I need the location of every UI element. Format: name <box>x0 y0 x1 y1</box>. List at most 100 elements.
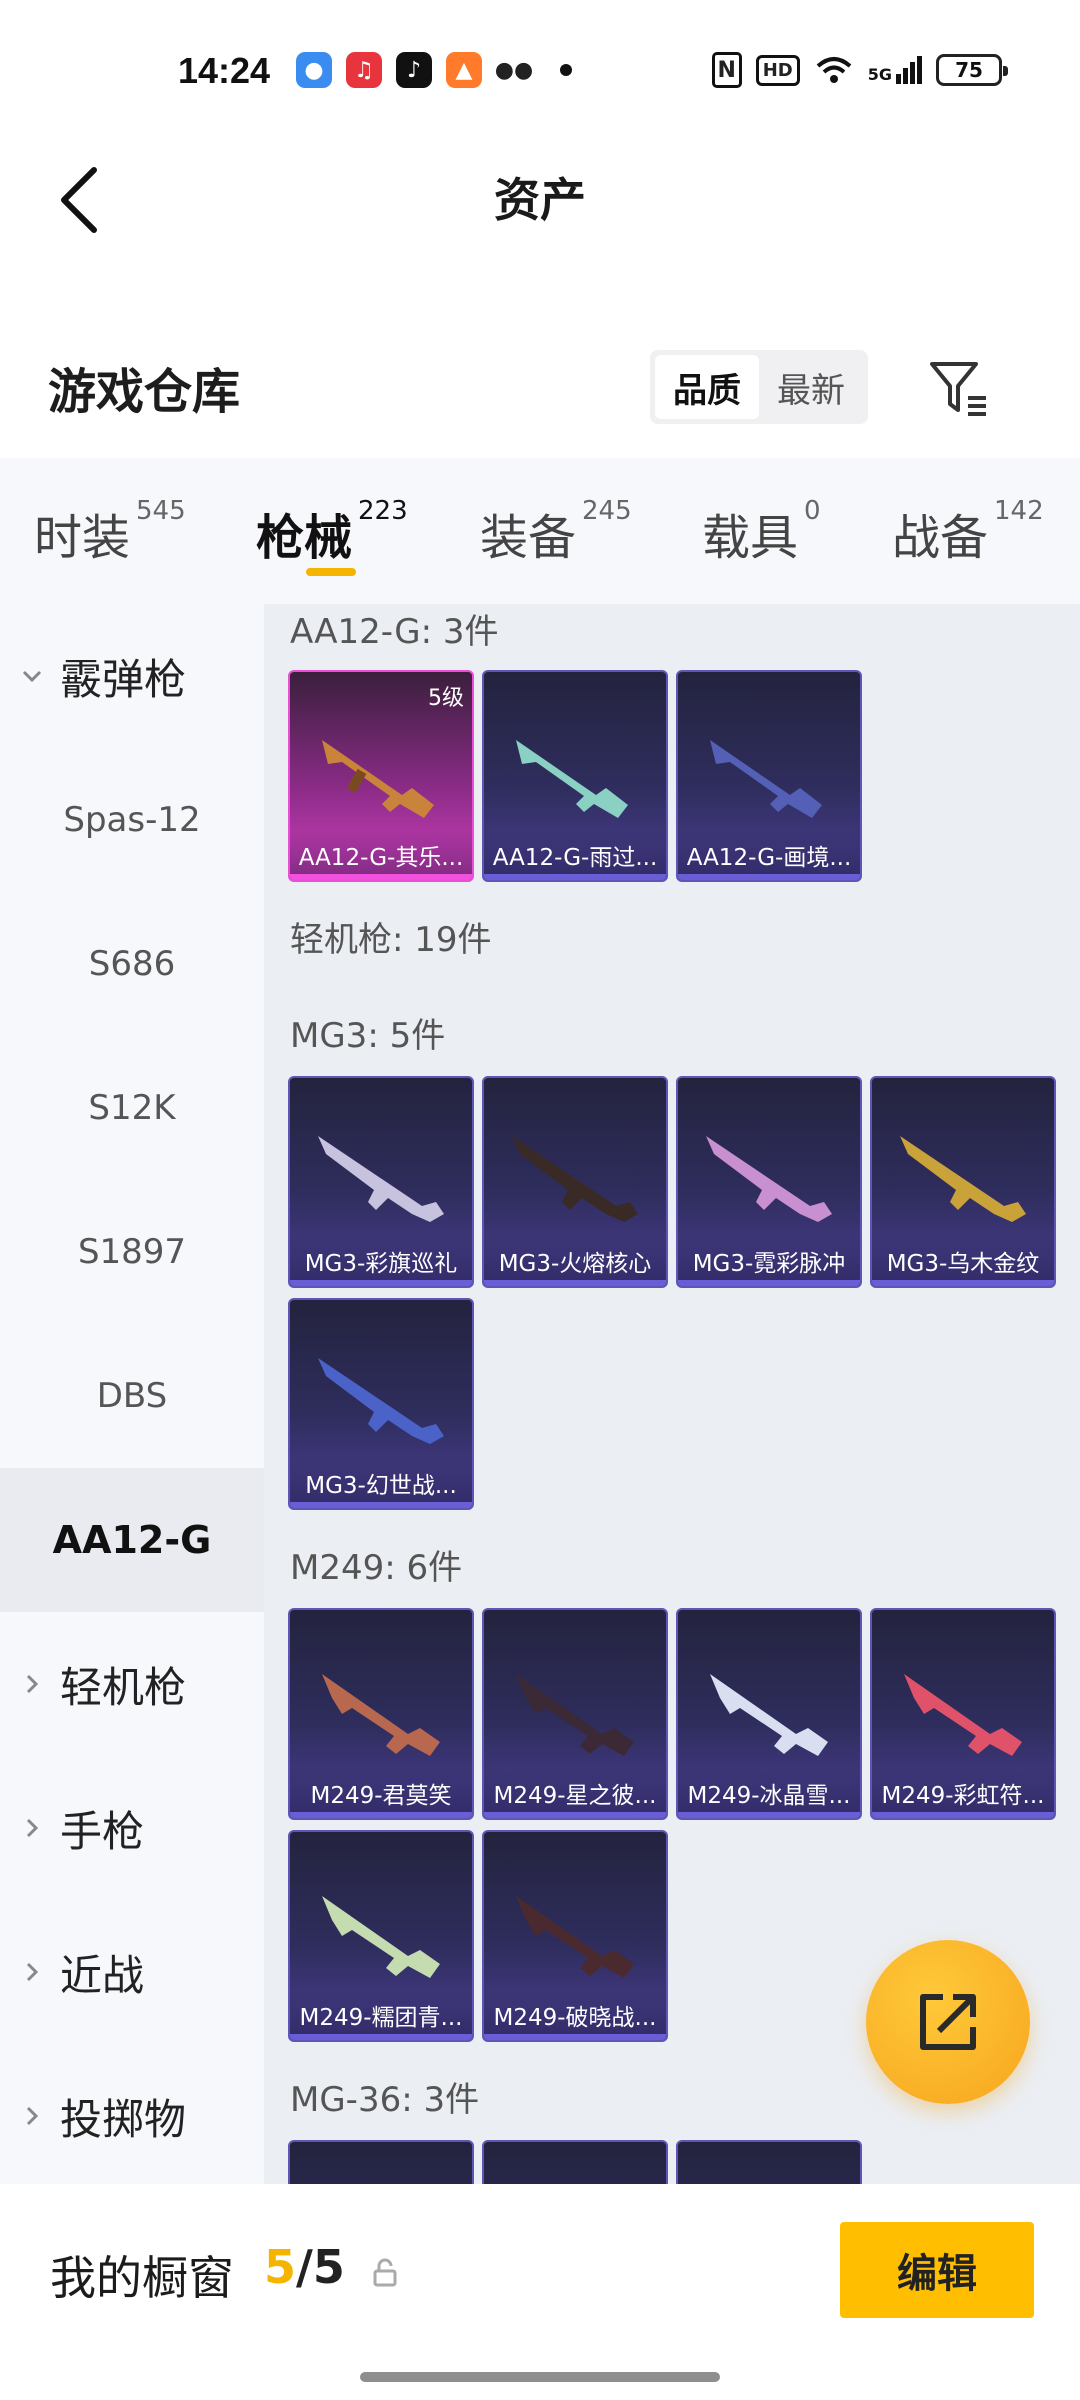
tab-label: 枪械 <box>256 510 353 566</box>
section-header: AA12-G: 3件 <box>290 612 499 652</box>
sidebar-item-label: 霰弹枪 <box>60 654 187 704</box>
battery-icon: 75 <box>936 54 1008 86</box>
sidebar-item-throwables[interactable]: 投掷物 <box>0 2044 264 2184</box>
sidebar-item-pistol[interactable]: 手枪 <box>0 1756 264 1900</box>
tiktok-icon: ♪ <box>396 52 432 88</box>
weapon-card[interactable]: MG3-霓彩脉冲 <box>676 1076 862 1288</box>
filter-button[interactable] <box>920 350 996 426</box>
game-icon: ▲ <box>446 52 482 88</box>
showcase-count-total: 5 <box>312 2240 345 2294</box>
cellular-signal-icon: 5G <box>868 56 922 84</box>
weapon-name: M249-彩虹符... <box>872 1768 1054 1818</box>
status-app-icons: ● ♫ ♪ ▲ ●● <box>296 52 572 88</box>
edit-button[interactable]: 编辑 <box>840 2222 1034 2318</box>
hd-icon: HD <box>755 54 800 86</box>
tab-count: 245 <box>582 496 632 526</box>
tab-vehicles[interactable]: 载具 0 <box>702 496 821 568</box>
weapon-card[interactable] <box>482 2140 668 2184</box>
weapon-card[interactable]: M249-星之彼... <box>482 1608 668 1820</box>
weapon-image <box>706 1136 832 1222</box>
weapon-image <box>318 1136 444 1222</box>
rarity-bar <box>290 874 472 880</box>
sidebar-item-spas12[interactable]: Spas-12 <box>0 748 264 892</box>
weapon-card[interactable]: MG3-乌木金纹 <box>870 1076 1056 1288</box>
weapon-card[interactable]: 5级 AA12-G-其乐... <box>288 670 474 882</box>
sort-option-newest[interactable]: 最新 <box>759 355 863 419</box>
sort-toggle: 品质 最新 <box>650 350 868 424</box>
showcase-count-sep: / <box>296 2240 313 2294</box>
sidebar-item-label: 近战 <box>60 1950 145 2000</box>
section-header: MG3: 5件 <box>290 1016 446 1056</box>
chevron-right-icon <box>20 2104 44 2128</box>
weapon-card[interactable]: MG3-幻世战... <box>288 1298 474 1510</box>
page-title: 资产 <box>494 173 586 227</box>
weapon-image <box>318 1358 444 1444</box>
weapon-card[interactable]: AA12-G-画境... <box>676 670 862 882</box>
tab-count: 142 <box>994 496 1044 526</box>
rarity-bar <box>872 1280 1054 1286</box>
tab-label: 时装 <box>34 510 131 566</box>
share-icon <box>920 1994 976 2050</box>
status-indicators: N HD 5G 75 <box>711 52 1008 88</box>
weapon-card[interactable]: MG3-彩旗巡礼 <box>288 1076 474 1288</box>
tab-count: 545 <box>136 496 186 526</box>
sidebar-item-s686[interactable]: S686 <box>0 892 264 1036</box>
weapon-name: MG3-彩旗巡礼 <box>290 1236 472 1286</box>
weapon-name: M249-糯团青... <box>290 1990 472 2040</box>
active-tab-indicator <box>306 568 356 576</box>
group-header: 轻机枪: 19件 <box>290 920 492 960</box>
sidebar-item-label: 投掷物 <box>60 2094 187 2144</box>
tab-fashion[interactable]: 时装 545 <box>34 496 186 568</box>
rarity-bar <box>678 1280 860 1286</box>
sidebar-item-shotgun[interactable]: 霰弹枪 <box>0 604 264 748</box>
status-bar: 14:24 ● ♫ ♪ ▲ ●● N HD 5G 75 <box>0 0 1080 140</box>
weapon-image <box>710 740 822 818</box>
weapon-image <box>904 1674 1022 1756</box>
sidebar-item-label: DBS <box>96 1376 168 1416</box>
rarity-bar <box>872 1812 1054 1818</box>
weapon-card[interactable]: MG3-火熔核心 <box>482 1076 668 1288</box>
weapon-name: M249-冰晶雪... <box>678 1768 860 1818</box>
weapon-name: MG3-火熔核心 <box>484 1236 666 1286</box>
sidebar-item-s12k[interactable]: S12K <box>0 1036 264 1180</box>
weapon-card[interactable] <box>288 2140 474 2184</box>
tab-label: 载具 <box>702 510 799 566</box>
tab-equipment[interactable]: 装备 245 <box>480 496 632 568</box>
weapon-card[interactable] <box>676 2140 862 2184</box>
weapon-card[interactable]: AA12-G-雨过... <box>482 670 668 882</box>
sidebar-item-melee[interactable]: 近战 <box>0 1900 264 2044</box>
chevron-right-icon <box>20 1672 44 1696</box>
sidebar-item-aa12g[interactable]: AA12-G <box>0 1468 264 1612</box>
sidebar-item-dbs[interactable]: DBS <box>0 1324 264 1468</box>
weapon-card[interactable]: M249-冰晶雪... <box>676 1608 862 1820</box>
home-indicator[interactable] <box>360 2372 720 2382</box>
chevron-right-icon <box>20 1960 44 1984</box>
weapon-card[interactable]: M249-彩虹符... <box>870 1608 1056 1820</box>
rarity-bar <box>484 874 666 880</box>
sidebar-item-lmg[interactable]: 轻机枪 <box>0 1612 264 1756</box>
weapon-image <box>710 1674 828 1756</box>
sidebar-item-label: 轻机枪 <box>60 1662 187 1712</box>
tab-readiness[interactable]: 战备 142 <box>892 496 1044 568</box>
sidebar-item-label: S686 <box>88 944 176 984</box>
share-fab-button[interactable] <box>866 1940 1030 2104</box>
page: 14:24 ● ♫ ♪ ▲ ●● N HD 5G 75 资产 游戏仓库 品质 最… <box>0 0 1080 2400</box>
weapon-card[interactable]: M249-糯团青... <box>288 1830 474 2042</box>
weapon-name: MG3-乌木金纹 <box>872 1236 1054 1286</box>
rarity-bar <box>484 1812 666 1818</box>
tab-count: 223 <box>358 496 408 526</box>
sort-option-quality[interactable]: 品质 <box>655 355 759 419</box>
sidebar-item-s1897[interactable]: S1897 <box>0 1180 264 1324</box>
weapon-name: MG3-幻世战... <box>290 1458 472 1508</box>
weapon-card[interactable]: M249-破晓战... <box>482 1830 668 2042</box>
warehouse-title: 游戏仓库 <box>48 364 241 420</box>
section-header: MG-36: 3件 <box>290 2080 480 2120</box>
music-icon: ♫ <box>346 52 382 88</box>
weapon-card[interactable]: M249-君莫笑 <box>288 1608 474 1820</box>
tab-guns[interactable]: 枪械 223 <box>256 496 408 568</box>
sidebar-item-label: AA12-G <box>52 1518 212 1562</box>
wechat-icon: ●● <box>494 57 534 83</box>
tab-label: 战备 <box>892 510 989 566</box>
sidebar-item-label: S1897 <box>77 1232 187 1272</box>
rarity-bar <box>484 1280 666 1286</box>
